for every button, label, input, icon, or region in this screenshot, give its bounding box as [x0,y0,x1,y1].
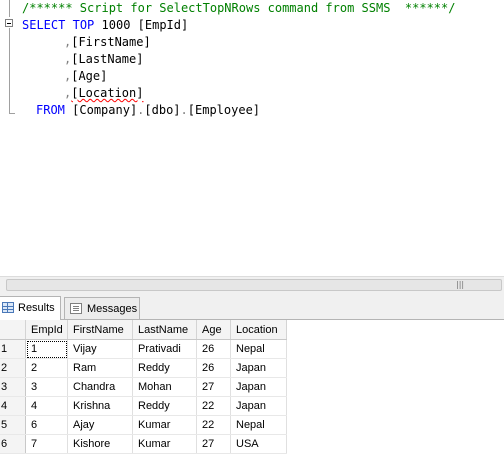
cell-firstname[interactable]: Chandra [67,377,133,397]
cell-age[interactable]: 27 [196,434,231,454]
table-row[interactable]: 1 1 Vijay Prativadi 26 Nepal [0,339,287,359]
cell-empid[interactable]: 1 [25,339,68,359]
cell-empid[interactable]: 2 [25,358,68,378]
column-header-firstname[interactable]: FirstName [67,320,133,340]
cell-lastname[interactable]: Prativadi [132,339,197,359]
tab-messages-label: Messages [87,303,138,315]
cell-age[interactable]: 22 [196,415,231,435]
cell-firstname[interactable]: Krishna [67,396,133,416]
cell-age[interactable]: 22 [196,396,231,416]
table-row[interactable]: 5 6 Ajay Kumar 22 Nepal [0,415,287,435]
cell-location[interactable]: Nepal [230,339,287,359]
row-number[interactable]: 5 [0,415,26,435]
cell-age[interactable]: 27 [196,377,231,397]
code-from-line: FROM [Company].[dbo].[Employee] [36,103,261,117]
table-row[interactable]: 2 2 Ram Reddy 26 Japan [0,358,287,378]
cell-firstname[interactable]: Vijay [67,339,133,359]
cell-firstname[interactable]: Ajay [67,415,133,435]
table-row[interactable]: 3 3 Chandra Mohan 27 Japan [0,377,287,397]
cell-empid[interactable]: 3 [25,377,68,397]
cell-age[interactable]: 26 [196,358,231,378]
collapse-toggle[interactable] [5,19,13,27]
row-header-corner[interactable] [0,320,26,340]
grid-icon [2,302,14,313]
column-header-age[interactable]: Age [196,320,231,340]
table-row[interactable]: 6 7 Kishore Kumar 27 USA [0,434,287,454]
results-table: EmpId FirstName LastName Age Location 1 … [0,320,287,454]
row-number[interactable]: 1 [0,339,26,359]
code-select-line: SELECT TOP 1000 [EmpId] [22,18,189,32]
header-row: EmpId FirstName LastName Age Location [0,320,287,340]
column-header-lastname[interactable]: LastName [132,320,197,340]
outline-line [9,28,10,114]
cell-location[interactable]: Japan [230,396,287,416]
column-header-empid[interactable]: EmpId [25,320,68,340]
cell-firstname[interactable]: Kishore [67,434,133,454]
scrollbar-thumb[interactable] [6,279,502,291]
code-column-line: ,[Age] [64,69,108,83]
cell-lastname[interactable]: Reddy [132,358,197,378]
cell-empid[interactable]: 4 [25,396,68,416]
row-number[interactable]: 3 [0,377,26,397]
tab-results-label: Results [18,302,55,314]
code-column-line: ,[LastName] [64,52,144,66]
code-comment: /****** Script for SelectTopNRows comman… [22,1,456,15]
cell-lastname[interactable]: Kumar [132,415,197,435]
query-editor[interactable]: /****** Script for SelectTopNRows comman… [0,0,504,276]
row-number[interactable]: 6 [0,434,26,454]
tab-messages[interactable]: Messages [64,297,140,319]
cell-location[interactable]: USA [230,434,287,454]
row-number[interactable]: 2 [0,358,26,378]
row-number[interactable]: 4 [0,396,26,416]
tab-results[interactable]: Results [0,296,61,320]
cell-empid[interactable]: 7 [25,434,68,454]
cell-location[interactable]: Japan [230,377,287,397]
outline-line [9,0,10,17]
cell-lastname[interactable]: Kumar [132,434,197,454]
cell-age[interactable]: 26 [196,339,231,359]
messages-icon [70,303,82,314]
outline-end [9,113,15,114]
cell-lastname[interactable]: Mohan [132,377,197,397]
cell-firstname[interactable]: Ram [67,358,133,378]
cell-location[interactable]: Nepal [230,415,287,435]
code-column-line: ,[Location] [64,86,144,100]
cell-empid[interactable]: 6 [25,415,68,435]
table-row[interactable]: 4 4 Krishna Reddy 22 Japan [0,396,287,416]
cell-location[interactable]: Japan [230,358,287,378]
cell-lastname[interactable]: Reddy [132,396,197,416]
scrollbar-grip-icon: ||| [456,280,465,289]
horizontal-scrollbar[interactable]: ||| [0,276,504,293]
results-tabbar: Results Messages [0,293,504,320]
code-column-line: ,[FirstName] [64,35,151,49]
results-grid[interactable]: EmpId FirstName LastName Age Location 1 … [0,320,504,463]
column-header-location[interactable]: Location [230,320,287,340]
